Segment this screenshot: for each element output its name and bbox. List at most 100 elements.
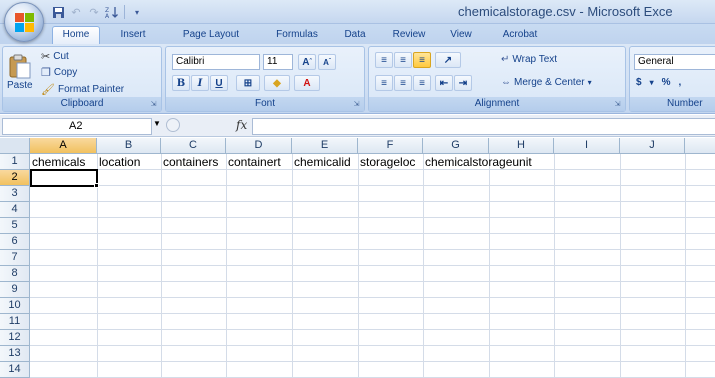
bold-button[interactable]: B <box>172 75 190 91</box>
tab-data[interactable]: Data <box>339 27 371 44</box>
format-painter-label: Format Painter <box>57 84 125 95</box>
increase-indent-icon[interactable]: ⇥ <box>454 75 472 91</box>
tab-home[interactable]: Home <box>52 26 100 45</box>
tab-page-layout[interactable]: Page Layout <box>177 27 245 44</box>
font-color-icon[interactable]: A <box>294 75 320 91</box>
cell-e1[interactable]: chemicalid <box>292 154 358 170</box>
formula-input[interactable] <box>252 118 715 135</box>
name-box-dropdown-icon[interactable]: ▼ <box>153 119 161 128</box>
copy-label: Copy <box>53 67 78 78</box>
insert-function-button[interactable]: fx <box>236 118 247 132</box>
tab-acrobat[interactable]: Acrobat <box>495 27 545 44</box>
column-header[interactable]: B <box>97 138 161 154</box>
column-header[interactable]: I <box>554 138 620 154</box>
formula-bar: A2 ▼ fx <box>0 115 715 137</box>
gridline <box>30 201 715 202</box>
gridline <box>30 281 715 282</box>
row-header[interactable]: 14 <box>0 362 30 378</box>
customize-icon[interactable]: ▾ <box>129 4 145 20</box>
font-name-box[interactable]: Calibri <box>172 54 260 70</box>
office-button[interactable] <box>4 2 44 42</box>
cell-b1[interactable]: location <box>97 154 161 170</box>
column-header[interactable]: A <box>30 138 97 154</box>
number-format-box[interactable]: General <box>634 54 715 70</box>
row-header[interactable]: 9 <box>0 282 30 298</box>
wrap-text-button[interactable]: ↵ Wrap Text <box>501 54 557 65</box>
align-middle-icon[interactable]: ≡ <box>394 52 412 68</box>
clipboard-group-label: Clipboard <box>3 97 161 111</box>
row-header[interactable]: 12 <box>0 330 30 346</box>
percent-button[interactable]: % <box>662 77 671 88</box>
row-header[interactable]: 3 <box>0 186 30 202</box>
row-header[interactable]: 13 <box>0 346 30 362</box>
copy-icon: ❐ <box>41 67 51 79</box>
fill-color-icon[interactable]: ◆ <box>264 75 290 91</box>
column-header[interactable]: D <box>226 138 292 154</box>
comma-button[interactable]: , <box>678 77 681 88</box>
cell-a1[interactable]: chemicals <box>30 154 97 170</box>
underline-button[interactable]: U <box>210 75 228 91</box>
align-left-icon[interactable]: ≡ <box>375 75 393 91</box>
cut-label: Cut <box>53 51 69 62</box>
column-header[interactable]: E <box>292 138 358 154</box>
paste-button[interactable]: Paste <box>7 53 33 91</box>
row-header[interactable]: 1 <box>0 154 30 170</box>
column-header[interactable]: C <box>161 138 226 154</box>
row-header[interactable]: 5 <box>0 218 30 234</box>
column-header[interactable]: F <box>358 138 423 154</box>
column-header[interactable]: H <box>489 138 554 154</box>
row-header[interactable]: 11 <box>0 314 30 330</box>
grow-font-icon[interactable]: Aˆ <box>298 54 316 70</box>
tab-view[interactable]: View <box>442 27 480 44</box>
select-all-corner[interactable] <box>0 138 30 154</box>
row-header[interactable]: 6 <box>0 234 30 250</box>
currency-button[interactable]: $ <box>636 77 642 88</box>
tab-insert[interactable]: Insert <box>113 27 153 44</box>
borders-icon[interactable]: ⊞ <box>236 75 260 91</box>
clipboard-launcher-icon[interactable]: ⇲ <box>149 100 158 109</box>
row-header[interactable]: 7 <box>0 250 30 266</box>
number-format-buttons: $ ▾ % , <box>636 77 681 88</box>
cell-g1[interactable]: chemicalstorageunit <box>423 154 583 170</box>
clipboard-group: Paste ✂ Cut ❐ Copy 🖌 Format Painter Clip… <box>2 46 162 112</box>
italic-button[interactable]: I <box>191 75 209 91</box>
orientation-icon[interactable]: ↗ <box>435 52 461 68</box>
column-header[interactable]: G <box>423 138 489 154</box>
cancel-icon[interactable] <box>166 118 180 132</box>
save-icon[interactable] <box>50 4 66 20</box>
alignment-launcher-icon[interactable]: ⇲ <box>613 100 622 109</box>
spreadsheet-grid: A B C D E F G H I J 1 2 3 4 5 6 7 8 9 10… <box>0 138 715 378</box>
number-group-label: Number <box>630 97 715 111</box>
cell-d1[interactable]: containert <box>226 154 292 170</box>
column-header[interactable]: J <box>620 138 685 154</box>
row-header[interactable]: 4 <box>0 202 30 218</box>
align-bottom-icon[interactable]: ≡ <box>413 52 431 68</box>
gridline <box>30 217 715 218</box>
shrink-font-icon[interactable]: Aˇ <box>318 54 336 70</box>
font-size-box[interactable]: 11 <box>263 54 293 70</box>
tab-review[interactable]: Review <box>388 27 430 44</box>
cut-button[interactable]: ✂ Cut <box>41 50 69 63</box>
gridline <box>30 313 715 314</box>
font-launcher-icon[interactable]: ⇲ <box>352 100 361 109</box>
fill-handle[interactable] <box>94 183 99 188</box>
row-header[interactable]: 2 <box>0 170 30 186</box>
redo-icon[interactable]: ↷ <box>86 4 102 20</box>
active-cell-a2[interactable] <box>30 169 98 187</box>
align-top-icon[interactable]: ≡ <box>375 52 393 68</box>
undo-icon[interactable]: ↶ <box>68 4 84 20</box>
sort-icon[interactable]: ZA <box>104 4 120 20</box>
column-header[interactable] <box>685 138 715 154</box>
format-painter-button[interactable]: 🖌 Format Painter <box>41 83 124 96</box>
row-header[interactable]: 10 <box>0 298 30 314</box>
align-right-icon[interactable]: ≡ <box>413 75 431 91</box>
tab-formulas[interactable]: Formulas <box>268 27 326 44</box>
name-box[interactable]: A2 <box>2 118 152 135</box>
decrease-indent-icon[interactable]: ⇤ <box>435 75 453 91</box>
copy-button[interactable]: ❐ Copy <box>41 66 77 79</box>
merge-center-button[interactable]: ⇔ Merge & Center ▾ <box>501 77 592 88</box>
row-header[interactable]: 8 <box>0 266 30 282</box>
cell-f1[interactable]: storageloc <box>358 154 423 170</box>
cell-c1[interactable]: containers <box>161 154 226 170</box>
align-center-icon[interactable]: ≡ <box>394 75 412 91</box>
